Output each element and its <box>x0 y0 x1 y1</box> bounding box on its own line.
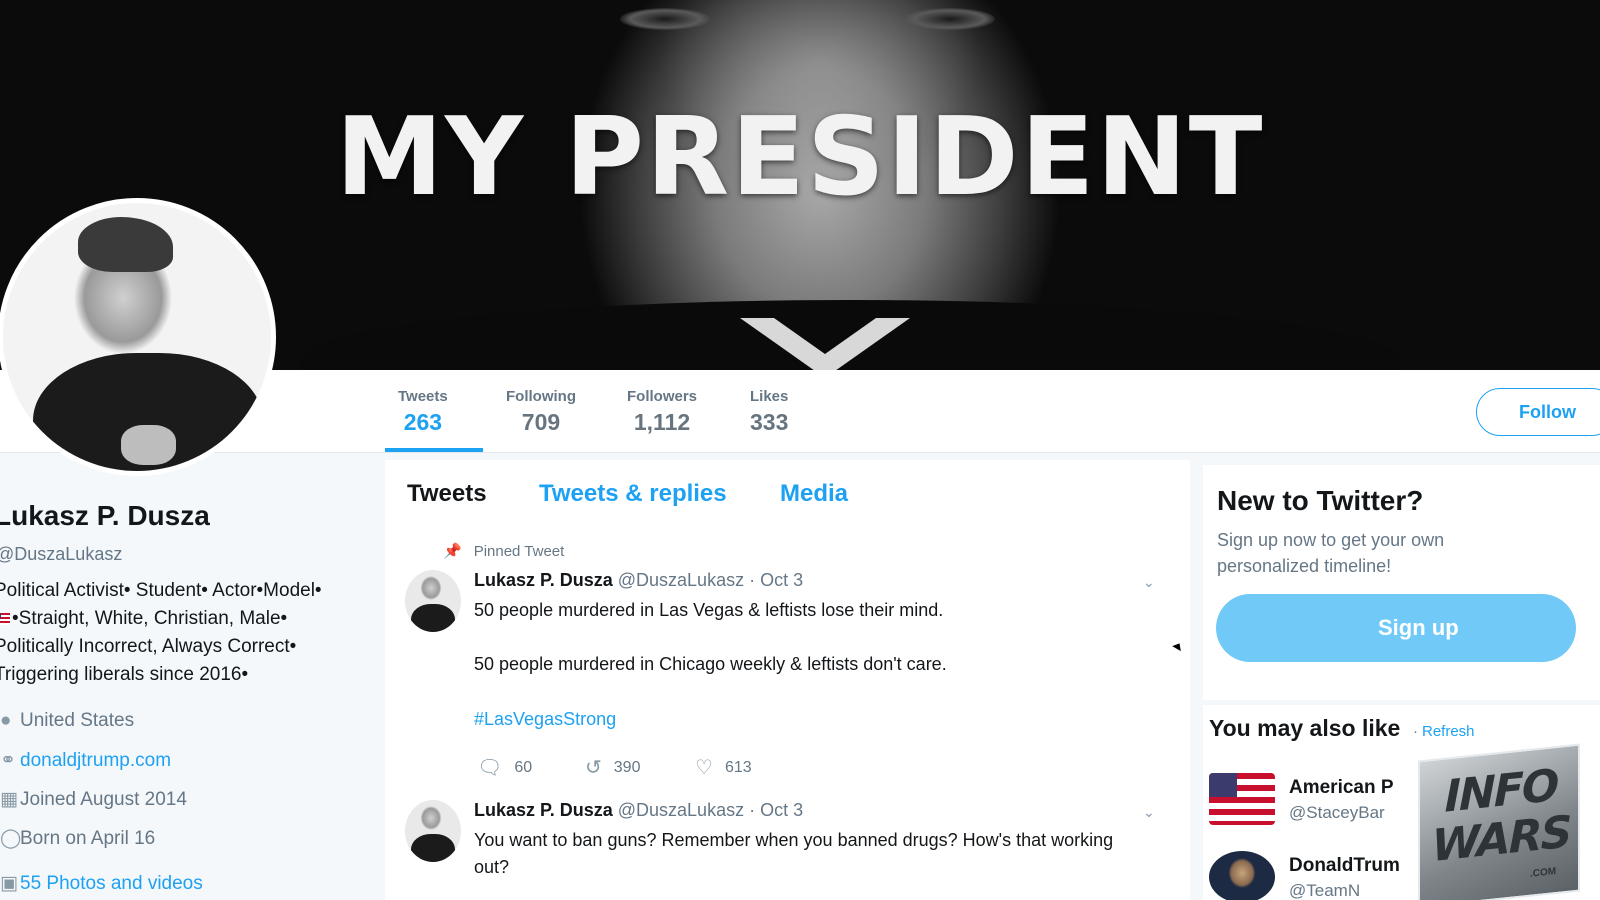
us-flag-icon <box>0 613 10 625</box>
suggested-avatar[interactable] <box>1209 851 1275 900</box>
heart-icon: ♡ <box>695 757 713 779</box>
tweet-hashtag[interactable]: #LasVegasStrong <box>474 709 616 730</box>
banner-image-eye-right <box>905 8 995 30</box>
refresh-label: Refresh <box>1422 723 1475 740</box>
photos-link[interactable]: 55 Photos and videos <box>20 873 203 894</box>
timeline-tabs: Tweets Tweets & replies Media <box>385 460 1190 528</box>
tweet-text-line-2: out? <box>474 857 510 877</box>
tweet-date[interactable]: · Oct 3 <box>749 800 803 820</box>
bio-line-1: Political Activist• Student• Actor•Model… <box>0 580 322 601</box>
link-icon: ⚭ <box>0 750 16 771</box>
stat-value: 263 <box>403 409 443 435</box>
website-link[interactable]: donaldjtrump.com <box>20 750 171 771</box>
chevron-down-icon[interactable]: ⌄ <box>1143 804 1155 821</box>
reply-count: 60 <box>514 759 533 776</box>
tweet-avatar[interactable] <box>405 800 461 862</box>
reply-action[interactable]: 🗨 60 <box>477 755 532 780</box>
avatar-hair <box>78 217 173 272</box>
bio-line-2-text: •Straight, White, Christian, Male• <box>12 608 288 629</box>
stat-label: Tweets <box>398 388 448 405</box>
joined-text: Joined August 2014 <box>20 789 187 810</box>
born-text: Born on April 16 <box>20 828 156 849</box>
stat-tweets[interactable]: Tweets 263 <box>398 388 448 436</box>
infowars-watermark-logo: INFO WARS .COM <box>1418 743 1580 900</box>
banner-title: MY PRESIDENT <box>335 95 1265 220</box>
tweet-author-handle[interactable]: @DuszaLukasz <box>618 570 744 590</box>
avatar-hand <box>121 425 176 465</box>
active-stat-underline <box>385 448 483 452</box>
bio-line-3: Politically Incorrect, Always Correct• <box>0 636 297 657</box>
profile-handle[interactable]: @DuszaLukasz <box>0 544 122 565</box>
stat-followers[interactable]: Followers 1,112 <box>627 388 697 436</box>
tweet-avatar[interactable] <box>405 570 461 632</box>
watermark-text: INFO WARS <box>1420 759 1582 872</box>
profile-photos: ▣ 55 Photos and videos <box>0 872 203 895</box>
suggested-handle: @StaceyBar <box>1289 803 1385 822</box>
retweet-action[interactable]: ↺ 390 <box>585 755 640 780</box>
tab-media[interactable]: Media <box>780 480 848 508</box>
tweet-text-line-1: 50 people murdered in Las Vegas & leftis… <box>474 600 944 620</box>
stat-following[interactable]: Following 709 <box>506 388 576 436</box>
profile-avatar[interactable] <box>0 198 276 476</box>
photo-icon: ▣ <box>0 873 18 894</box>
suggested-name[interactable]: DonaldTrum <box>1289 855 1400 877</box>
stat-label: Followers <box>627 388 698 405</box>
profile-born: ◯Born on April 16 <box>0 827 155 850</box>
tab-tweets[interactable]: Tweets <box>407 480 487 508</box>
tweet-text-line-2: 50 people murdered in Chicago weekly & l… <box>474 654 947 674</box>
bio-line-2: •Straight, White, Christian, Male• <box>0 608 287 630</box>
pin-icon: 📌 <box>443 543 462 560</box>
banner-image-eye-left <box>620 8 710 30</box>
profile-name[interactable]: Lukasz P. Dusza <box>0 500 210 532</box>
tweet-author-name[interactable]: Lukasz P. Dusza <box>474 570 613 590</box>
retweet-icon: ↺ <box>585 757 602 779</box>
signup-description: Sign up now to get your own personalized… <box>1217 530 1445 576</box>
chevron-down-icon[interactable]: ⌄ <box>1143 574 1155 591</box>
stat-value: 333 <box>750 409 789 435</box>
stat-likes[interactable]: Likes 333 <box>750 388 788 436</box>
like-action[interactable]: ♡ 613 <box>695 755 752 780</box>
profile-website: ⚭ donaldjtrump.com <box>0 749 171 772</box>
stat-label: Following <box>506 388 576 405</box>
bio-line-4: Triggering liberals since 2016• <box>0 664 249 685</box>
suggested-name[interactable]: American P <box>1289 777 1394 799</box>
retweet-count: 390 <box>613 759 641 776</box>
tweet-header: Lukasz P. Dusza @DuszaLukasz · Oct 3 <box>474 570 803 591</box>
tab-tweets-replies[interactable]: Tweets & replies <box>539 480 727 508</box>
suggested-handle: @TeamN <box>1289 881 1361 900</box>
profile-location: ● United States <box>0 710 134 732</box>
pinned-label: 📌 Pinned Tweet <box>443 542 564 560</box>
refresh-link[interactable]: · Refresh <box>1413 723 1475 740</box>
separator-dot: · <box>1413 723 1418 740</box>
watermark-sub: .COM <box>1530 865 1557 880</box>
tweet-header: Lukasz P. Dusza @DuszaLukasz · Oct 3 <box>474 800 803 821</box>
balloon-icon: ◯ <box>0 828 22 849</box>
like-count: 613 <box>724 759 752 776</box>
signup-button[interactable]: Sign up <box>1216 594 1576 662</box>
tweet-text-line-1: You want to ban guns? Remember when you … <box>474 830 1114 850</box>
tweet-author-handle[interactable]: @DuszaLukasz <box>618 800 744 820</box>
stat-label: Likes <box>750 388 789 405</box>
location-text: United States <box>20 710 135 731</box>
location-icon: ● <box>0 710 12 731</box>
tweet-date[interactable]: · Oct 3 <box>749 570 803 590</box>
stat-value: 709 <box>521 409 561 435</box>
signup-module: New to Twitter? Sign up now to get your … <box>1203 465 1600 700</box>
profile-joined: ▦ Joined August 2014 <box>0 788 187 811</box>
reply-icon: 🗨 <box>477 757 503 779</box>
timeline: Tweets Tweets & replies Media 📌 Pinned Tw… <box>385 460 1190 900</box>
stat-value: 1,112 <box>633 409 691 435</box>
tweet-author-name[interactable]: Lukasz P. Dusza <box>474 800 613 820</box>
suggested-avatar[interactable] <box>1209 773 1275 825</box>
calendar-icon: ▦ <box>0 789 18 810</box>
follow-button[interactable]: Follow <box>1476 388 1600 436</box>
wtf-title: You may also like <box>1209 715 1401 741</box>
pinned-label-text: Pinned Tweet <box>473 543 565 560</box>
signup-title: New to Twitter? <box>1217 485 1424 516</box>
